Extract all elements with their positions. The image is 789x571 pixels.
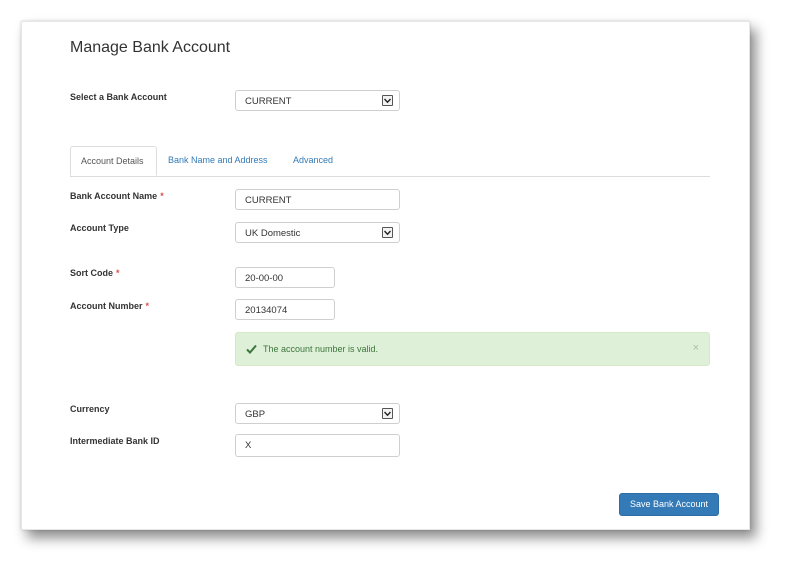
account-name-label: Bank Account Name * (70, 191, 164, 201)
sort-code-label-text: Sort Code (70, 268, 114, 278)
account-type-label: Account Type (70, 223, 129, 233)
close-icon[interactable]: × (693, 342, 699, 354)
account-number-label: Account Number * (70, 301, 149, 311)
page-title: Manage Bank Account (70, 39, 231, 56)
tab-account-details[interactable]: Account Details (70, 146, 157, 176)
account-name-input[interactable]: CURRENT (235, 189, 400, 210)
save-bank-account-button[interactable]: Save Bank Account (619, 493, 719, 516)
required-mark: * (160, 191, 164, 201)
chevron-down-icon[interactable] (382, 95, 393, 106)
chevron-down-icon[interactable] (382, 227, 393, 238)
select-account-label: Select a Bank Account (70, 92, 167, 102)
intermediate-bank-label: Intermediate Bank ID (70, 436, 160, 446)
required-mark: * (116, 268, 120, 278)
account-tabs: Account Details Bank Name and Address Ad… (70, 146, 710, 177)
validation-success-alert: The account number is valid. × (235, 332, 710, 366)
currency-label: Currency (70, 404, 110, 414)
tab-advanced[interactable]: Advanced (283, 146, 343, 176)
checkmark-icon (246, 344, 257, 356)
chevron-down-icon[interactable] (382, 408, 393, 419)
intermediate-bank-input[interactable]: X (235, 434, 400, 457)
account-number-label-text: Account Number (70, 301, 143, 311)
required-mark: * (145, 301, 150, 311)
select-account-dropdown[interactable]: CURRENT (235, 90, 400, 111)
currency-select[interactable]: GBP (235, 403, 400, 424)
tab-bank-name-and-address[interactable]: Bank Name and Address (158, 146, 278, 176)
select-account-value: CURRENT (245, 96, 292, 107)
currency-value: GBP (245, 409, 266, 420)
account-number-input[interactable]: 20134074 (235, 299, 335, 320)
manage-bank-account-panel: Manage Bank Account Select a Bank Accoun… (21, 21, 750, 530)
account-name-label-text: Bank Account Name (70, 191, 158, 201)
account-type-select[interactable]: UK Domestic (235, 222, 400, 243)
sort-code-label: Sort Code * (70, 268, 120, 278)
sort-code-input[interactable]: 20-00-00 (235, 267, 335, 288)
validation-message: The account number is valid. (263, 344, 379, 354)
account-type-value: UK Domestic (245, 228, 301, 239)
